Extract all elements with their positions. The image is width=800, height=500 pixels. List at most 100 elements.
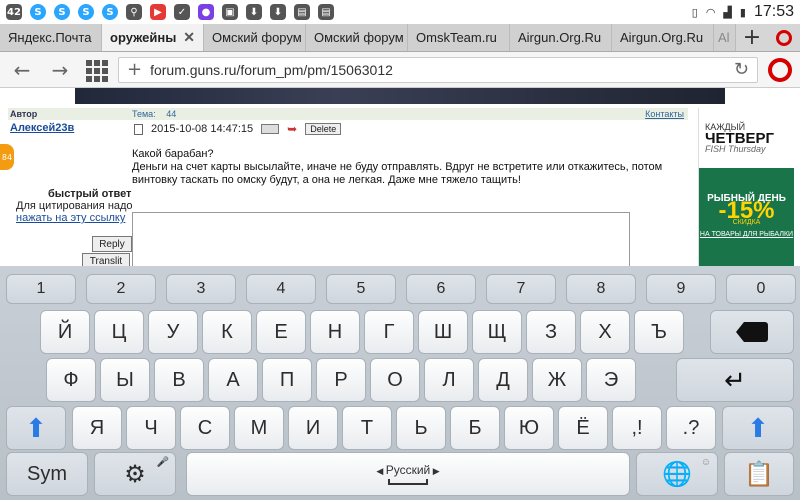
tab-label: OmskTeam.ru	[416, 30, 497, 45]
side-badge[interactable]: 84	[0, 144, 14, 170]
key-letter[interactable]: И	[288, 406, 338, 450]
key-letter[interactable]: Г	[364, 310, 414, 354]
tab-overflow[interactable]: Al	[714, 24, 736, 51]
key-letter[interactable]: П	[262, 358, 312, 402]
profile-icon[interactable]	[261, 124, 280, 134]
key-letter[interactable]: З	[526, 310, 576, 354]
key-letter[interactable]: Д	[478, 358, 528, 402]
key-punct[interactable]: ,!	[612, 406, 662, 450]
key-letter[interactable]: А	[208, 358, 258, 402]
tab-label: Airgun.Org.Ru	[518, 30, 602, 45]
ad-text: СКИДКА	[732, 219, 761, 226]
reload-icon[interactable]: ↻	[734, 59, 749, 80]
tab-airgun-2[interactable]: Airgun.Org.Ru	[612, 24, 714, 51]
shift-icon: ⬆	[25, 412, 47, 443]
back-button[interactable]: ←	[8, 56, 36, 84]
sym-button[interactable]: Sym	[6, 452, 88, 496]
ad-discount: -15%	[718, 197, 775, 224]
tab-omskteam[interactable]: OmskTeam.ru	[408, 24, 510, 51]
tab-omsk-forum-2[interactable]: Омский форум	[306, 24, 408, 51]
forward-button[interactable]: →	[46, 56, 74, 84]
key-letter[interactable]: Я	[72, 406, 122, 450]
tab-yandex-mail[interactable]: Яндекс.Почта	[0, 24, 102, 51]
top-banner[interactable]	[75, 88, 725, 104]
key-letter[interactable]: Ш	[418, 310, 468, 354]
key-letter[interactable]: Ц	[94, 310, 144, 354]
letter-row-2: Ф Ы В А П Р О Л Д Ж Э ↵	[0, 358, 800, 402]
key-letter[interactable]: Е	[256, 310, 306, 354]
delete-button[interactable]: Delete	[305, 123, 342, 135]
reply-textarea[interactable]	[132, 212, 630, 266]
translit-button[interactable]: Translit	[82, 253, 130, 266]
shift-left-button[interactable]: ⬆	[6, 406, 66, 450]
key-letter[interactable]: С	[180, 406, 230, 450]
download-icon: ⬇	[246, 4, 262, 20]
tab-label: оружейны	[110, 30, 177, 45]
backspace-button[interactable]	[710, 310, 794, 354]
tab-guns-forum[interactable]: оружейны ✕	[102, 24, 204, 51]
tab-omsk-forum-1[interactable]: Омский форум	[204, 24, 306, 51]
close-icon[interactable]: ✕	[183, 29, 195, 46]
key-letter[interactable]: Ж	[532, 358, 582, 402]
key-7[interactable]: 7	[486, 274, 556, 304]
key-letter[interactable]: М	[234, 406, 284, 450]
language-button[interactable]: 🌐 ☺	[636, 452, 718, 496]
key-8[interactable]: 8	[566, 274, 636, 304]
key-3[interactable]: 3	[166, 274, 236, 304]
browser-menu-button[interactable]	[768, 24, 800, 51]
tab-airgun-1[interactable]: Airgun.Org.Ru	[510, 24, 612, 51]
enter-button[interactable]: ↵	[676, 358, 794, 402]
key-4[interactable]: 4	[246, 274, 316, 304]
key-letter[interactable]: Й	[40, 310, 90, 354]
speed-dial-button[interactable]	[84, 58, 108, 82]
new-tab-button[interactable]: +	[736, 24, 768, 51]
key-letter[interactable]: К	[202, 310, 252, 354]
url-text[interactable]: forum.guns.ru/forum_pm/pm/15063012	[150, 62, 393, 78]
url-field[interactable]: + forum.guns.ru/forum_pm/pm/15063012 ↻	[118, 56, 758, 83]
shift-right-button[interactable]: ⬆	[722, 406, 794, 450]
space-bar[interactable]: ◀ Русский ▶	[186, 452, 630, 496]
tab-bar: Яндекс.Почта оружейны ✕ Омский форум Омс…	[0, 24, 800, 52]
opera-logo[interactable]	[768, 57, 792, 82]
key-letter[interactable]: В	[154, 358, 204, 402]
key-9[interactable]: 9	[646, 274, 716, 304]
post-line: винтовку таскать по омску будут, а она н…	[132, 174, 521, 186]
key-letter[interactable]: У	[148, 310, 198, 354]
settings-button[interactable]: ⚙ 🎤	[94, 452, 176, 496]
plus-icon: +	[742, 25, 762, 50]
key-letter[interactable]: Ё	[558, 406, 608, 450]
key-letter[interactable]: Л	[424, 358, 474, 402]
key-5[interactable]: 5	[326, 274, 396, 304]
key-letter[interactable]: Ъ	[634, 310, 684, 354]
key-letter[interactable]: Э	[586, 358, 636, 402]
key-6[interactable]: 6	[406, 274, 476, 304]
key-letter[interactable]: Ы	[100, 358, 150, 402]
reply-button[interactable]: Reply	[92, 236, 132, 252]
reply-arrow-icon[interactable]: ➥	[287, 122, 297, 136]
key-letter[interactable]: Ч	[126, 406, 176, 450]
key-letter[interactable]: Р	[316, 358, 366, 402]
key-1[interactable]: 1	[6, 274, 76, 304]
author-name-link[interactable]: Алексей23в	[10, 122, 74, 134]
key-letter[interactable]: Н	[310, 310, 360, 354]
tab-label: Airgun.Org.Ru	[620, 30, 704, 45]
add-bookmark-icon[interactable]: +	[127, 59, 142, 80]
clipboard-icon: 📋	[744, 460, 774, 488]
contacts-link[interactable]: Контакты	[645, 109, 684, 119]
key-letter[interactable]: Ф	[46, 358, 96, 402]
key-letter[interactable]: Щ	[472, 310, 522, 354]
ad-banner[interactable]: КАЖДЫЙ ЧЕТВЕРГ FISH Thursday РЫБНЫЙ ДЕНЬ…	[698, 108, 794, 266]
key-2[interactable]: 2	[86, 274, 156, 304]
key-letter[interactable]: Ь	[396, 406, 446, 450]
key-0[interactable]: 0	[726, 274, 796, 304]
post-header: Автор Тема: 44 Контакты	[8, 108, 688, 120]
key-letter[interactable]: Б	[450, 406, 500, 450]
key-letter[interactable]: Ю	[504, 406, 554, 450]
key-letter[interactable]: О	[370, 358, 420, 402]
key-punct[interactable]: .?	[666, 406, 716, 450]
quote-link[interactable]: нажать на эту ссылку	[16, 212, 125, 224]
key-letter[interactable]: Т	[342, 406, 392, 450]
key-letter[interactable]: Х	[580, 310, 630, 354]
clipboard-button[interactable]: 📋	[724, 452, 794, 496]
topic-label-text: Тема:	[132, 109, 156, 119]
